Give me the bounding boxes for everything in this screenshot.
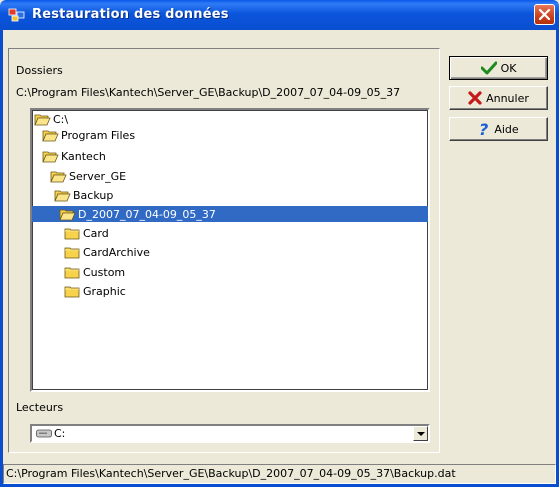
open-folder-icon — [42, 151, 59, 162]
close-icon — [538, 8, 551, 21]
tree-item-label: Backup — [73, 188, 114, 202]
tree-item-label: Card — [83, 226, 109, 240]
svg-text:?: ? — [479, 121, 488, 137]
ok-button-label: OK — [500, 61, 517, 75]
window-border-left — [0, 30, 3, 487]
tree-item-label: Kantech — [61, 149, 106, 163]
tree-item-kantech[interactable]: Kantech — [42, 148, 109, 164]
help-button[interactable]: ? Aide — [449, 117, 548, 141]
title-bar[interactable]: Restauration des données — [0, 0, 559, 30]
drive-icon — [36, 429, 52, 438]
folder-icon — [64, 247, 80, 258]
status-path: C:\Program Files\Kantech\Server_GE\Backu… — [6, 467, 456, 480]
ok-button[interactable]: OK — [449, 56, 548, 80]
folder-tree[interactable]: C:\ Program Files Kantech Server_GE Back… — [30, 108, 430, 392]
tree-item-backup-folder-selected[interactable]: D_2007_07_04-09_05_37 — [32, 206, 428, 222]
cross-icon — [468, 91, 482, 105]
open-folder-icon — [54, 190, 71, 201]
status-bar: C:\Program Files\Kantech\Server_GE\Backu… — [3, 464, 556, 484]
open-folder-icon — [34, 114, 51, 125]
drive-select[interactable]: C: — [30, 424, 430, 443]
current-path-label: C:\Program Files\Kantech\Server_GE\Backu… — [16, 86, 401, 99]
app-icon — [8, 8, 25, 22]
tree-item-cardarchive[interactable]: CardArchive — [64, 244, 153, 260]
folders-label: Dossiers — [16, 64, 63, 77]
open-folder-icon — [42, 130, 59, 141]
close-button[interactable] — [534, 4, 555, 25]
folder-icon — [64, 267, 80, 278]
tree-item-card[interactable]: Card — [64, 225, 112, 241]
tree-item-label: CardArchive — [83, 245, 150, 259]
question-mark-icon: ? — [479, 121, 488, 137]
drives-label: Lecteurs — [16, 401, 64, 414]
tree-item-backup[interactable]: Backup — [54, 187, 116, 203]
tree-item-label: Custom — [83, 265, 126, 279]
tree-item-label: Server_GE — [69, 169, 127, 183]
cancel-button-label: Annuler — [486, 91, 529, 105]
tree-item-graphic[interactable]: Graphic — [64, 283, 129, 299]
folder-icon — [64, 286, 80, 297]
folder-icon — [64, 228, 80, 239]
tree-item-drive-c[interactable]: C:\ — [34, 111, 71, 127]
dropdown-arrow-button[interactable] — [413, 426, 428, 441]
tree-item-label: C:\ — [53, 112, 69, 126]
tree-item-server-ge[interactable]: Server_GE — [50, 168, 129, 184]
cancel-button[interactable]: Annuler — [449, 86, 548, 110]
open-folder-icon — [59, 209, 76, 220]
tree-item-label: D_2007_07_04-09_05_37 — [78, 207, 216, 221]
tree-item-program-files[interactable]: Program Files — [42, 127, 138, 143]
tree-item-custom[interactable]: Custom — [64, 264, 128, 280]
tree-item-label: Graphic — [83, 284, 126, 298]
window-title: Restauration des données — [32, 7, 229, 22]
help-button-label: Aide — [494, 122, 519, 136]
drive-select-value: C: — [54, 427, 66, 440]
checkmark-icon — [480, 61, 497, 75]
tree-item-label: Program Files — [61, 128, 136, 142]
open-folder-icon — [50, 171, 67, 182]
